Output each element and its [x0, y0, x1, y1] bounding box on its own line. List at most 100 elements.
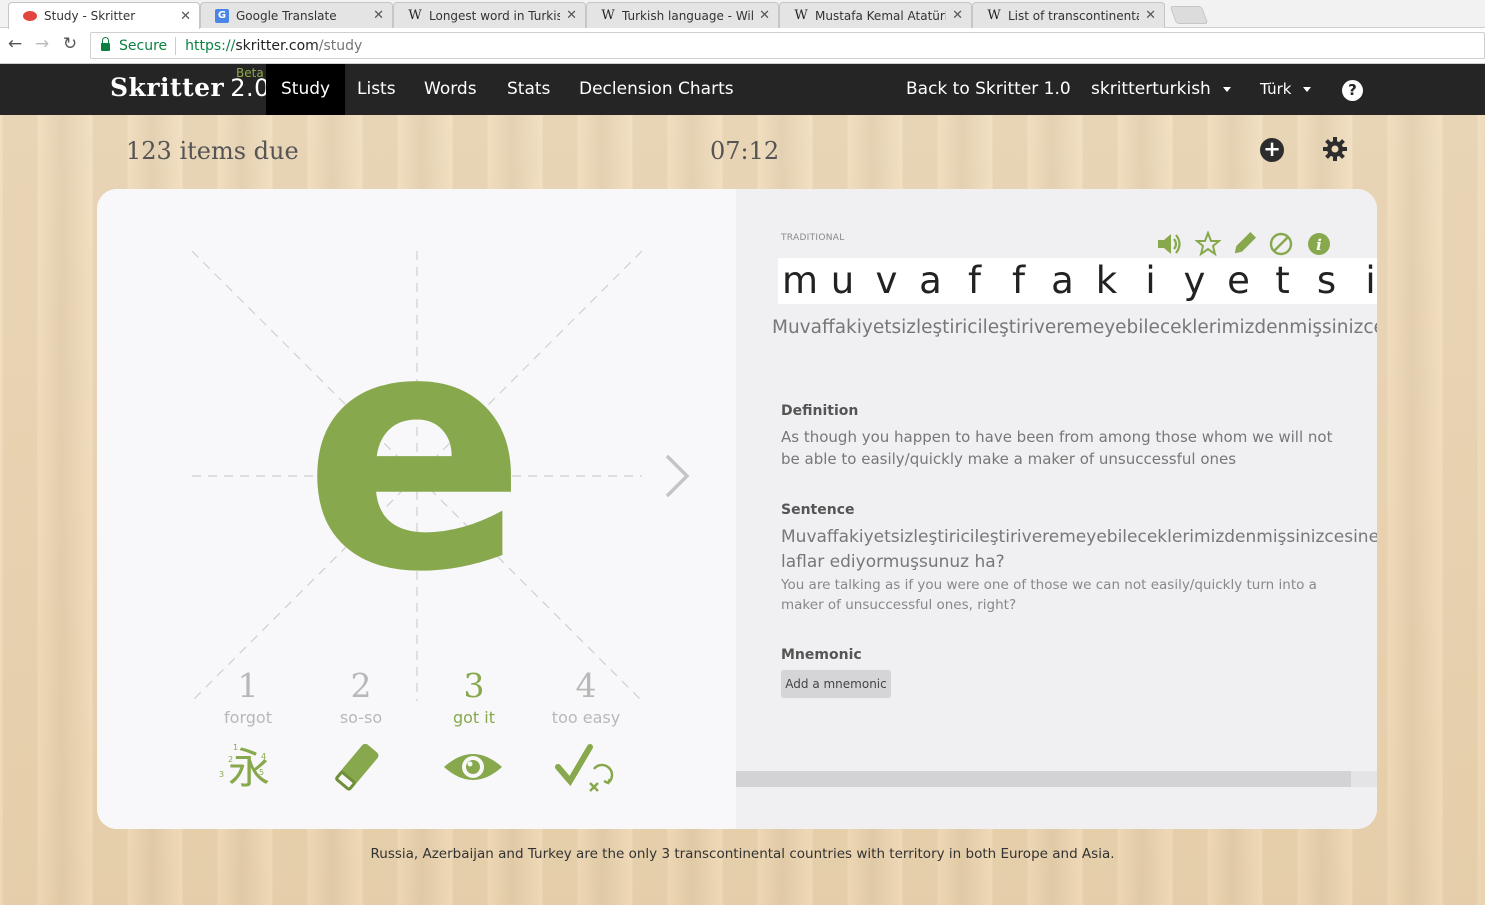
word-letter: k [1095, 259, 1118, 302]
skritter-icon [23, 11, 37, 21]
svg-text:i: i [1316, 236, 1322, 254]
user-menu[interactable]: skritterturkish [1091, 64, 1231, 115]
gear-icon[interactable] [1322, 136, 1348, 162]
grade-so-so[interactable]: 2 so-so [311, 669, 411, 727]
chevron-down-icon [1303, 87, 1312, 92]
tab-title: Turkish language - Wikip [622, 8, 753, 23]
definition-heading: Definition [781, 403, 859, 419]
url-path: /study [318, 37, 363, 54]
close-tab-icon[interactable]: ✕ [180, 9, 191, 24]
tab-title: Google Translate [236, 8, 337, 23]
svg-text:4: 4 [261, 752, 266, 761]
user-name: skritterturkish [1091, 79, 1211, 99]
svg-text:5: 5 [259, 768, 264, 777]
eye-icon[interactable] [441, 739, 505, 795]
url-divider [175, 36, 177, 55]
grade-number: 2 [350, 666, 372, 705]
app-header: Skritter 2.0 Beta Study Lists Words Stats… [0, 64, 1485, 115]
url-host: skritter.com [235, 37, 319, 54]
tab-turkish-language[interactable]: W Turkish language - Wikip ✕ [586, 2, 779, 28]
logo-text: Skritter [110, 73, 225, 102]
svg-text:2: 2 [228, 755, 233, 764]
sentence-translation: You are talking as if you were one of th… [781, 577, 1317, 613]
google-translate-icon: G [215, 8, 229, 23]
tab-ataturk[interactable]: W Mustafa Kemal Atatürk - ✕ [779, 2, 972, 28]
word-letter: t [1275, 259, 1290, 302]
word-letter: m [782, 259, 819, 302]
word-letter: y [1183, 259, 1206, 302]
word-letter: f [1011, 259, 1026, 302]
pencil-icon[interactable] [1231, 231, 1257, 257]
language-menu[interactable]: Türk [1260, 64, 1312, 115]
back-to-skritter-link[interactable]: Back to Skritter 1.0 [906, 64, 1071, 115]
lock-icon [101, 37, 110, 51]
grade-number: 1 [237, 666, 259, 705]
grade-too-easy[interactable]: 4 too easy [536, 669, 636, 727]
tab-study-skritter[interactable]: Study - Skritter ✕ [8, 2, 200, 29]
secure-label: Secure [119, 37, 168, 54]
chevron-right-icon[interactable] [657, 451, 697, 501]
url-scheme: https:// [185, 37, 236, 54]
ban-icon[interactable] [1268, 231, 1294, 257]
browser-tab-bar: Study - Skritter ✕ G Google Translate ✕ … [0, 0, 1485, 29]
writing-canvas[interactable]: e 1 forgot 2 so-so 3 got it 4 too easy 永… [97, 189, 736, 829]
check-auto-icon[interactable] [552, 739, 616, 795]
new-tab-button[interactable] [1169, 6, 1209, 24]
sentence-heading: Sentence [781, 502, 855, 518]
grade-label: got it [452, 708, 496, 727]
panel-progress-fill [736, 771, 1352, 787]
wikipedia-icon: W [794, 7, 808, 23]
grade-got-it[interactable]: 3 got it [424, 669, 524, 727]
grade-forgot[interactable]: 1 forgot [198, 669, 298, 727]
script-style-label: TRADITIONAL [781, 233, 845, 243]
close-tab-icon[interactable]: ✕ [1145, 8, 1156, 23]
word-letter: v [875, 259, 898, 302]
nav-study[interactable]: Study [266, 64, 346, 115]
nav-words[interactable]: Words [409, 64, 492, 115]
address-bar: ← → ↻ Secure https://skritter.com/study [0, 28, 1485, 64]
tab-transcontinental[interactable]: W List of transcontinental c ✕ [972, 2, 1165, 28]
info-icon[interactable]: i [1306, 231, 1332, 257]
help-icon[interactable]: ? [1342, 80, 1363, 101]
add-mnemonic-button[interactable]: Add a mnemonic [781, 670, 891, 698]
word-info-panel: TRADITIONAL i m u v a f f a k i y e t s … [736, 189, 1377, 829]
svg-text:3: 3 [219, 770, 224, 779]
tab-google-translate[interactable]: G Google Translate ✕ [200, 2, 393, 28]
word-letter: i [1365, 259, 1376, 302]
nav-lists[interactable]: Lists [342, 64, 411, 115]
beta-badge: Beta [236, 66, 264, 80]
fact-footer: Russia, Azerbaijan and Turkey are the on… [370, 846, 1115, 862]
add-item-icon[interactable]: + [1260, 138, 1284, 162]
chevron-down-icon [1222, 86, 1231, 92]
panel-progress-bar [736, 771, 1377, 787]
audio-icon[interactable] [1156, 231, 1182, 257]
grade-label: too easy [551, 708, 621, 727]
eraser-icon[interactable] [325, 739, 389, 795]
wikipedia-icon: W [987, 7, 1001, 23]
nav-stats[interactable]: Stats [492, 64, 565, 115]
svg-text:1: 1 [233, 743, 238, 752]
back-arrow-icon[interactable]: ← [4, 34, 26, 54]
url-input[interactable]: Secure https://skritter.com/study [90, 32, 1485, 59]
grade-label: so-so [339, 708, 383, 727]
close-tab-icon[interactable]: ✕ [373, 8, 384, 23]
items-due-count: 123 items due [126, 137, 299, 165]
word-letter: u [830, 259, 855, 302]
close-tab-icon[interactable]: ✕ [566, 8, 577, 23]
word-letter: s [1316, 259, 1337, 302]
stroke-order-icon[interactable]: 永 1 2 3 4 5 [215, 739, 279, 795]
close-tab-icon[interactable]: ✕ [759, 8, 770, 23]
star-icon[interactable] [1195, 231, 1221, 257]
nav-declension-charts[interactable]: Declension Charts [564, 64, 749, 115]
definition-text: As though you happen to have been from a… [781, 428, 1333, 468]
forward-arrow-icon[interactable]: → [31, 34, 53, 54]
word-letter: a [1051, 259, 1074, 302]
full-word: Muvaffakiyetsizleştiricileştiriveremeyeb… [772, 317, 1377, 338]
reload-icon[interactable]: ↻ [59, 34, 81, 54]
language-name: Türk [1260, 80, 1292, 98]
grade-label: forgot [224, 708, 272, 727]
tab-longest-word[interactable]: W Longest word in Turkish ✕ [393, 2, 586, 28]
word-letter: e [1227, 259, 1250, 302]
close-tab-icon[interactable]: ✕ [952, 8, 963, 23]
mnemonic-heading: Mnemonic [781, 647, 862, 663]
